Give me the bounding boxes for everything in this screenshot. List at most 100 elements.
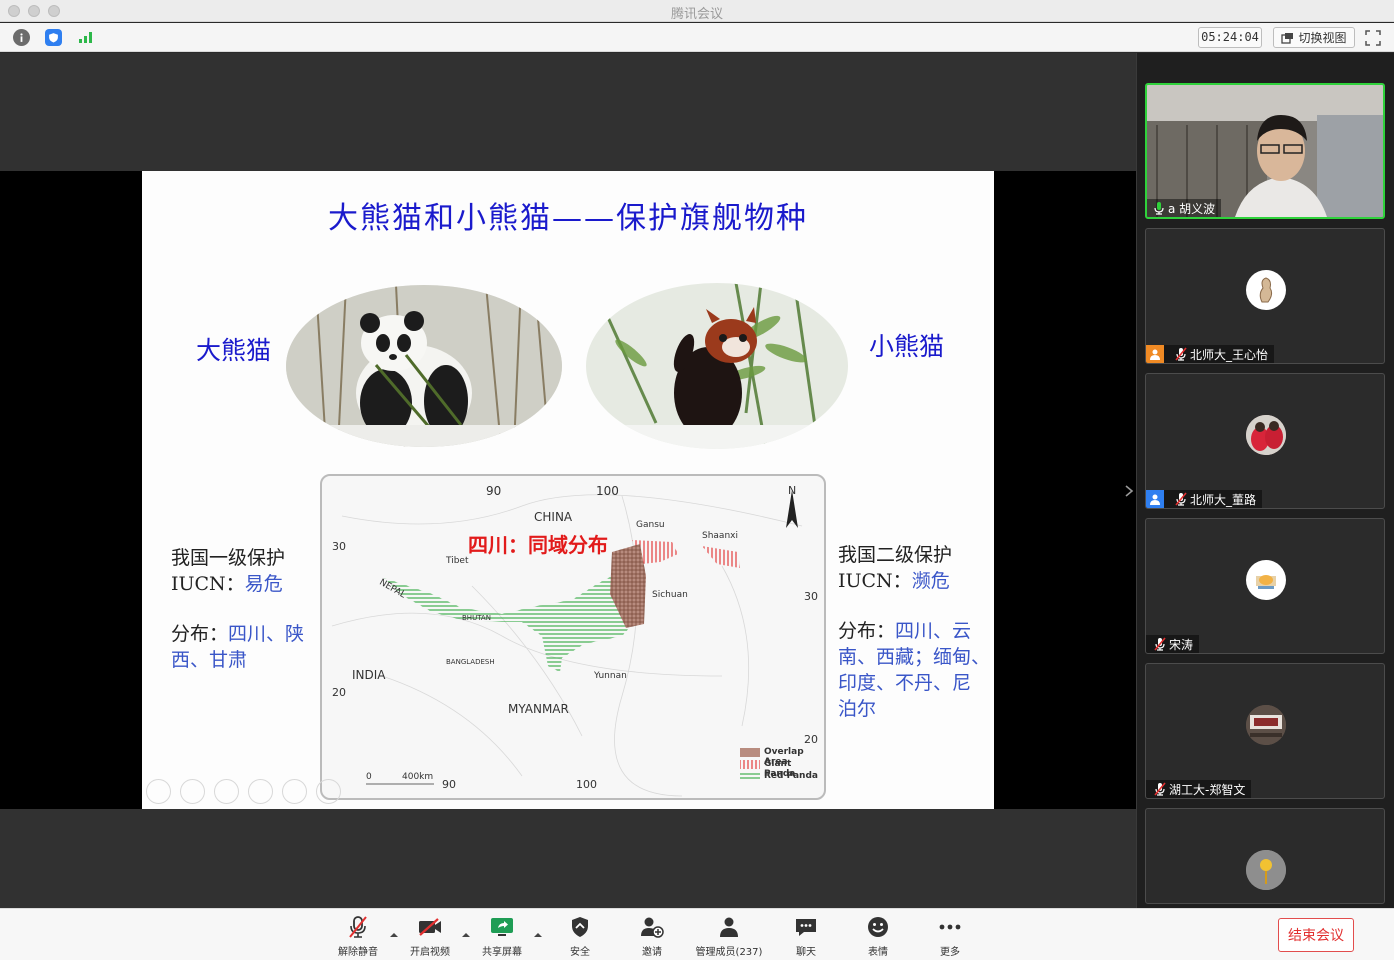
- red-panda-dist-line2: 南、西藏；缅甸、: [838, 646, 991, 668]
- red-panda-dist-line4: 泊尔: [838, 698, 877, 720]
- giant-panda-dist-line2: 西、甘肃: [171, 649, 248, 671]
- participant-tile[interactable]: [1145, 808, 1385, 904]
- prev-slide-button[interactable]: [146, 779, 171, 804]
- next-slide-button[interactable]: [180, 779, 205, 804]
- pen-tool-button[interactable]: [214, 779, 239, 804]
- switch-view-button[interactable]: 切换视图: [1273, 27, 1355, 48]
- map-scale-label: 400km: [402, 772, 434, 782]
- map-tick-top-100: 100: [596, 484, 619, 498]
- participant-name-bar: 北师大_王心怡: [1146, 345, 1275, 363]
- manage-members-button[interactable]: 管理成员(237): [689, 914, 769, 958]
- invite-label: 邀请: [642, 947, 662, 958]
- add-user-icon: [641, 917, 664, 938]
- person-icon: [1146, 345, 1164, 363]
- slide-options-button[interactable]: [316, 779, 341, 804]
- caret-up-icon[interactable]: [533, 931, 543, 939]
- red-panda-info: 我国二级保护 IUCN：濒危 分布：四川、云 南、西藏；缅甸、 印度、不丹、尼 …: [838, 542, 994, 722]
- security-label: 安全: [570, 947, 590, 958]
- map-label-sichuan: Sichuan: [652, 590, 688, 600]
- chat-button[interactable]: 聊天: [771, 914, 841, 958]
- chat-label: 聊天: [796, 947, 816, 958]
- red-panda-dist-line3: 印度、不丹、尼: [838, 672, 972, 694]
- giant-panda-iucn-prefix: IUCN：: [171, 573, 245, 595]
- start-video-label: 开启视频: [410, 947, 450, 958]
- legend-red-panda: Red Panda: [764, 771, 818, 781]
- giant-panda-dist-prefix: 分布：: [171, 623, 229, 645]
- zoom-slide-button[interactable]: [282, 779, 307, 804]
- members-icon: [720, 917, 738, 937]
- giant-panda-iucn-status: 易危: [244, 573, 283, 595]
- person-icon: [1146, 490, 1164, 508]
- red-panda-iucn-prefix: IUCN：: [838, 570, 912, 592]
- map-label-tibet: Tibet: [446, 556, 469, 566]
- share-screen-button[interactable]: 共享屏幕: [467, 914, 537, 958]
- shield-icon[interactable]: [45, 29, 62, 46]
- mic-on-icon: [1154, 202, 1164, 215]
- map-tick-right-20: 20: [804, 733, 818, 746]
- participant-tile[interactable]: 湖工大-郑智文: [1145, 663, 1385, 799]
- participant-tile[interactable]: 宋涛: [1145, 518, 1385, 654]
- map-tick-left-30: 30: [332, 540, 346, 553]
- avatar: [1246, 270, 1286, 310]
- red-panda-dist-line1: 四川、云: [895, 620, 972, 642]
- security-button[interactable]: 安全: [545, 914, 615, 958]
- invite-button[interactable]: 邀请: [617, 914, 687, 958]
- manage-members-label: 管理成员(237): [695, 947, 763, 958]
- fullscreen-icon[interactable]: [1365, 30, 1381, 46]
- participant-name: 北师大_王心怡: [1190, 347, 1269, 362]
- red-panda-photo: [586, 283, 848, 449]
- chat-icon: [796, 918, 816, 936]
- end-meeting-button[interactable]: 结束会议: [1278, 918, 1354, 952]
- more-button[interactable]: 更多: [915, 914, 985, 958]
- mic-muted-icon: [1175, 347, 1187, 361]
- camera-off-icon: [419, 917, 441, 936]
- start-video-button[interactable]: 开启视频: [395, 914, 465, 958]
- distribution-map: 90 100 30 20 30 20 90 100 CHINA Gansu Sh…: [320, 474, 826, 800]
- meeting-timer: 05:24:04: [1198, 27, 1262, 48]
- participant-name: 北师大_董路: [1190, 492, 1257, 507]
- map-label-bhutan: BHUTAN: [462, 614, 491, 622]
- share-screen-label: 共享屏幕: [482, 947, 522, 958]
- participant-name-bar: a 胡义波: [1147, 199, 1222, 217]
- avatar: [1246, 415, 1286, 455]
- giant-panda-dist-line1: 四川、陕: [228, 623, 305, 645]
- avatar: [1246, 705, 1286, 745]
- red-panda-dist-prefix: 分布：: [838, 620, 896, 642]
- participant-name-bar: 宋涛: [1146, 635, 1200, 653]
- map-tick-top-90: 90: [486, 484, 502, 498]
- red-panda-label: 小熊猫: [869, 332, 945, 361]
- participant-name-bar: 北师大_董路: [1146, 490, 1263, 508]
- map-label-gansu: Gansu: [636, 520, 665, 530]
- unmute-button[interactable]: 解除静音: [323, 914, 393, 958]
- map-tick-right-30: 30: [804, 590, 818, 603]
- map-tick-bottom-100: 100: [576, 778, 597, 791]
- avatar: [1246, 850, 1286, 890]
- map-label-india: INDIA: [352, 668, 386, 682]
- presentation-slide: 大熊猫和小熊猫——保护旗舰物种 大熊猫 小熊猫 我国一级保护 IUCN：易危 分…: [142, 171, 994, 809]
- shield-icon: [572, 916, 588, 937]
- more-icon: [939, 924, 961, 929]
- slide-title: 大熊猫和小熊猫——保护旗舰物种: [328, 201, 808, 236]
- participant-tile[interactable]: a 胡义波: [1145, 83, 1385, 219]
- unmute-label: 解除静音: [338, 947, 378, 958]
- top-toolbar: 05:24:04 切换视图: [0, 23, 1394, 52]
- participant-tile[interactable]: 北师大_王心怡: [1145, 228, 1385, 364]
- reactions-label: 表情: [868, 947, 888, 958]
- shared-screen-area: 大熊猫和小熊猫——保护旗舰物种 大熊猫 小熊猫 我国一级保护 IUCN：易危 分…: [0, 53, 1136, 908]
- giant-panda-protection: 我国一级保护: [171, 547, 286, 569]
- signal-icon[interactable]: [77, 29, 94, 46]
- giant-panda-label: 大熊猫: [196, 336, 272, 365]
- smiley-icon: [868, 916, 888, 937]
- chevron-right-icon[interactable]: [1123, 483, 1135, 499]
- mic-muted-icon: [1154, 637, 1166, 651]
- info-icon[interactable]: [13, 29, 30, 46]
- slide-list-button[interactable]: [248, 779, 273, 804]
- grid-view-icon: [1281, 32, 1294, 44]
- meeting-toolbar: 解除静音 开启视频 共享屏幕 安全 邀请 管理成员(237) 聊天 表情 更多 …: [0, 908, 1394, 960]
- participant-tile[interactable]: 北师大_董路: [1145, 373, 1385, 509]
- share-screen-icon: [491, 917, 513, 936]
- reactions-button[interactable]: 表情: [843, 914, 913, 958]
- map-label-yunnan: Yunnan: [594, 671, 627, 681]
- mic-muted-icon: [1154, 782, 1166, 796]
- map-label-bangladesh: BANGLADESH: [446, 658, 495, 666]
